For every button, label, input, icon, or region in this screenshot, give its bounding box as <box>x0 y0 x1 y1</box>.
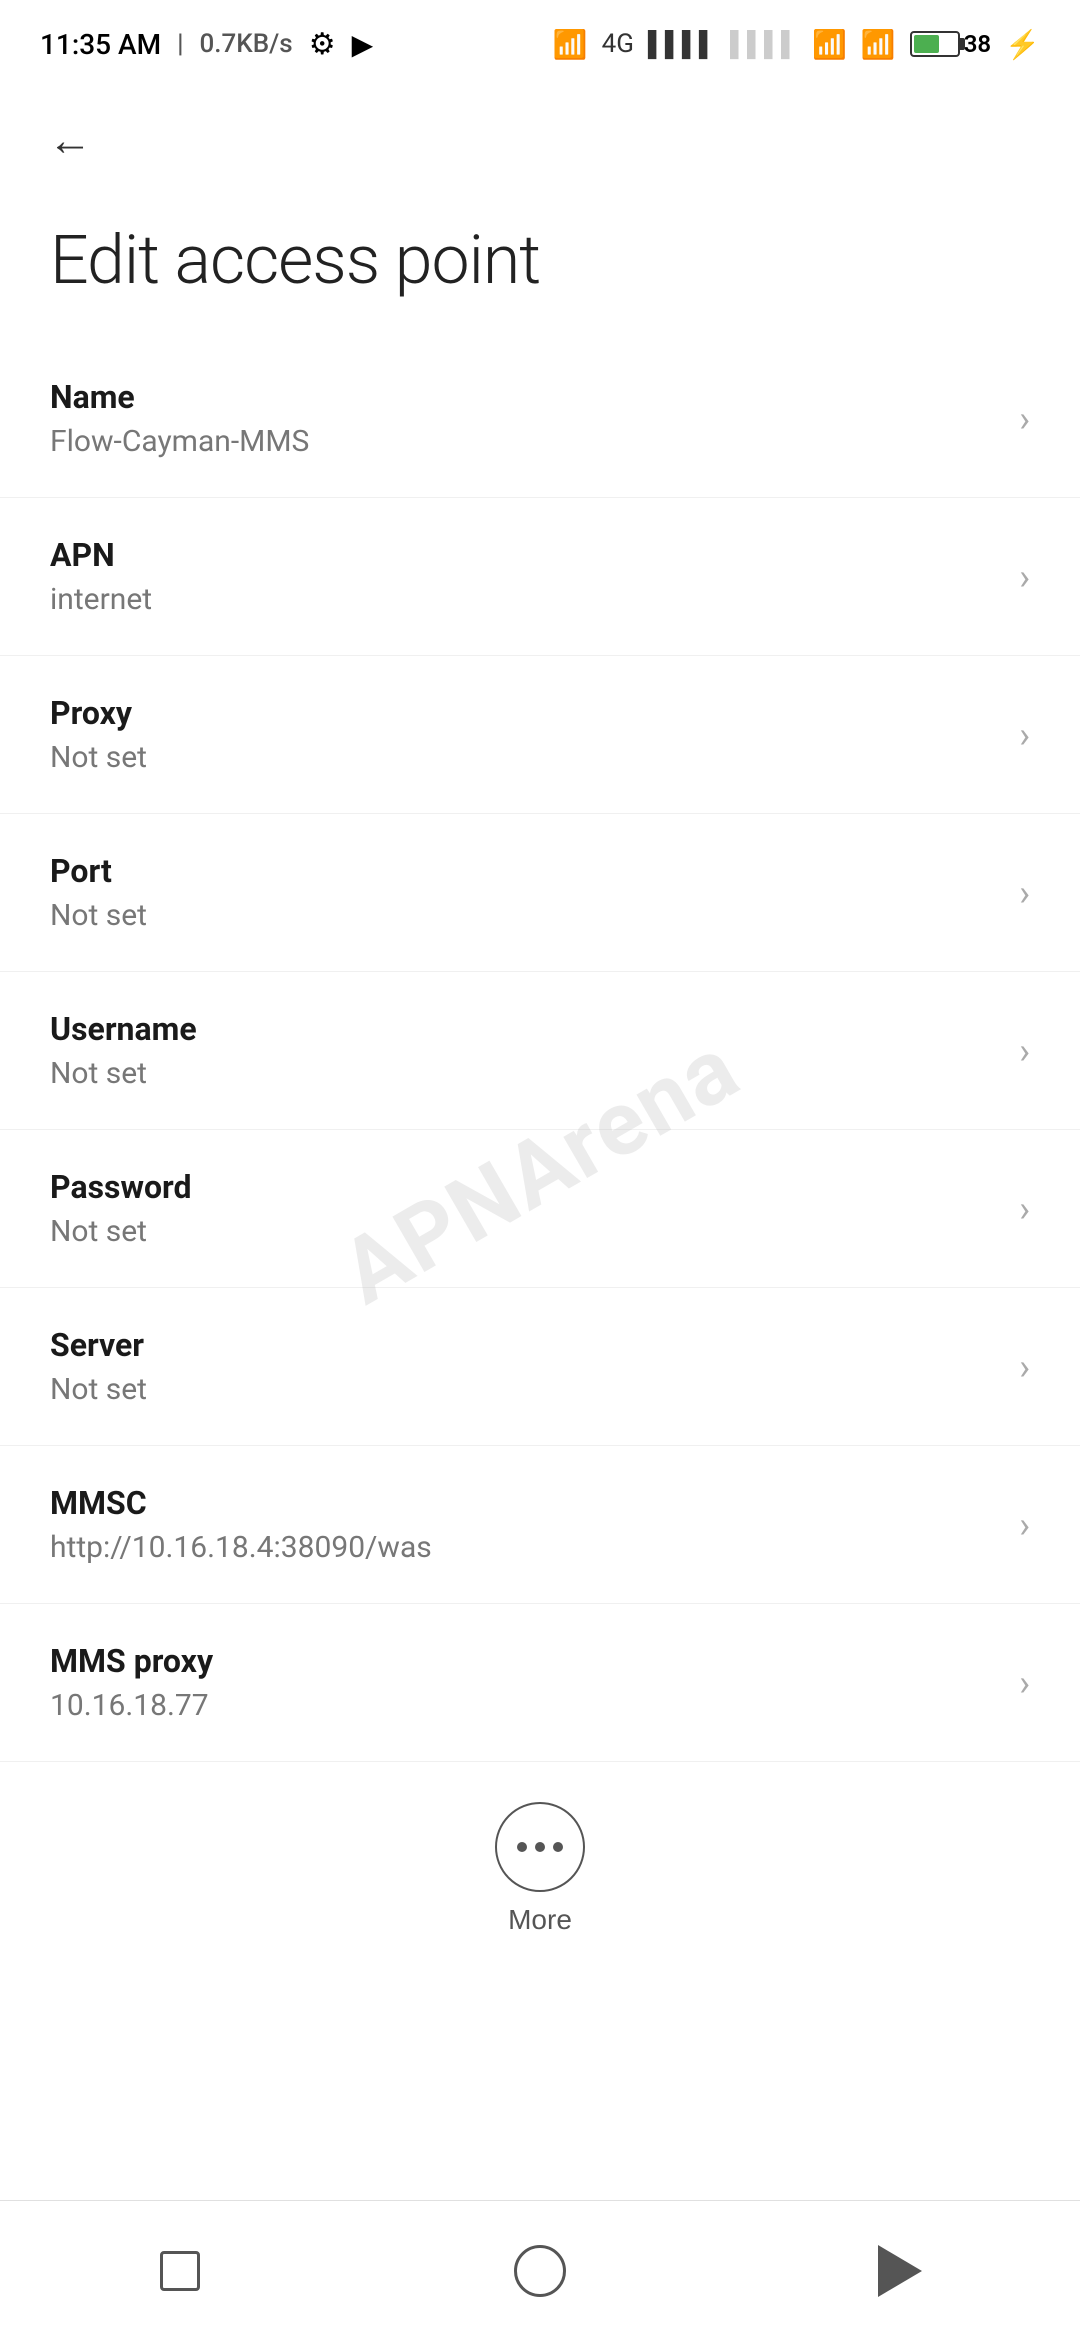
item-label-server: Server <box>50 1326 999 1364</box>
bottom-navigation-bar <box>0 2200 1080 2340</box>
home-button[interactable] <box>500 2231 580 2311</box>
item-label-mmsc: MMSC <box>50 1484 999 1522</box>
status-bar: 11:35 AM | 0.7KB/s ⚙ ▶ 📶 4G ▌▌▌▌ ▌▌▌▌ 📶 … <box>0 0 1080 80</box>
status-right: 📶 4G ▌▌▌▌ ▌▌▌▌ 📶 📶 38 ⚡ <box>553 28 1040 61</box>
battery-percent: 38 <box>964 30 991 58</box>
wifi-icon: 📶 <box>861 28 896 61</box>
settings-list: Name Flow-Cayman-MMS › APN internet › Pr… <box>0 340 1080 1762</box>
back-arrow-icon: ← <box>48 118 92 162</box>
chevron-right-icon: › <box>1019 401 1030 437</box>
signal-bars-icon: ▌▌▌▌ <box>648 30 716 59</box>
top-navigation: ← <box>0 80 1080 190</box>
recent-apps-icon <box>160 2251 200 2291</box>
item-content-apn: APN internet <box>50 536 999 617</box>
more-dot-2 <box>535 1842 545 1852</box>
item-value-mmsc: http://10.16.18.4:38090/was <box>50 1530 999 1565</box>
item-label-mms-proxy: MMS proxy <box>50 1642 999 1680</box>
video-icon: ▶ <box>352 28 374 61</box>
item-value-password: Not set <box>50 1214 999 1249</box>
status-left: 11:35 AM | 0.7KB/s ⚙ ▶ <box>40 27 373 62</box>
list-item[interactable]: Username Not set › <box>0 972 1080 1130</box>
more-label: More <box>508 1904 572 1936</box>
item-value-username: Not set <box>50 1056 999 1091</box>
chevron-right-icon: › <box>1019 1033 1030 1069</box>
chevron-right-icon: › <box>1019 717 1030 753</box>
item-label-name: Name <box>50 378 999 416</box>
settings-icon: ⚙ <box>309 27 336 62</box>
item-label-apn: APN <box>50 536 999 574</box>
list-item[interactable]: Port Not set › <box>0 814 1080 972</box>
bluetooth-icon: 📶 <box>553 28 588 61</box>
more-button[interactable]: More <box>495 1802 585 1936</box>
chevron-right-icon: › <box>1019 1349 1030 1385</box>
recent-apps-button[interactable] <box>140 2231 220 2311</box>
charging-icon: ⚡ <box>1005 28 1040 61</box>
more-section: More <box>0 1762 1080 1966</box>
list-item[interactable]: Name Flow-Cayman-MMS › <box>0 340 1080 498</box>
network-speed: | <box>177 29 183 59</box>
item-value-server: Not set <box>50 1372 999 1407</box>
battery-indicator: 38 <box>910 30 991 58</box>
back-nav-icon <box>878 2245 922 2297</box>
chevron-right-icon: › <box>1019 1665 1030 1701</box>
list-item[interactable]: APN internet › <box>0 498 1080 656</box>
back-nav-button[interactable] <box>860 2231 940 2311</box>
list-item[interactable]: Server Not set › <box>0 1288 1080 1446</box>
network-speed-display: 0.7KB/s <box>200 29 293 59</box>
page-title: Edit access point <box>0 190 1080 340</box>
chevron-right-icon: › <box>1019 559 1030 595</box>
list-item[interactable]: MMS proxy 10.16.18.77 › <box>0 1604 1080 1762</box>
battery-box <box>910 31 960 57</box>
item-label-password: Password <box>50 1168 999 1206</box>
more-dot-3 <box>553 1842 563 1852</box>
time-display: 11:35 AM <box>40 28 161 61</box>
item-label-proxy: Proxy <box>50 694 999 732</box>
wifi-off-icon: 📶 <box>812 28 847 61</box>
item-content-port: Port Not set <box>50 852 999 933</box>
item-value-port: Not set <box>50 898 999 933</box>
battery-fill <box>914 35 939 53</box>
item-content-server: Server Not set <box>50 1326 999 1407</box>
item-value-apn: internet <box>50 582 999 617</box>
item-value-mms-proxy: 10.16.18.77 <box>50 1688 999 1723</box>
more-dot-1 <box>517 1842 527 1852</box>
list-item[interactable]: MMSC http://10.16.18.4:38090/was › <box>0 1446 1080 1604</box>
signal-bars-2-icon: ▌▌▌▌ <box>730 30 798 59</box>
item-content-mms-proxy: MMS proxy 10.16.18.77 <box>50 1642 999 1723</box>
item-label-port: Port <box>50 852 999 890</box>
home-icon <box>514 2245 566 2297</box>
item-content-password: Password Not set <box>50 1168 999 1249</box>
item-content-proxy: Proxy Not set <box>50 694 999 775</box>
mobile-signal-icon: 4G <box>602 29 634 59</box>
chevron-right-icon: › <box>1019 875 1030 911</box>
item-value-proxy: Not set <box>50 740 999 775</box>
item-value-name: Flow-Cayman-MMS <box>50 424 999 459</box>
back-button[interactable]: ← <box>40 110 100 170</box>
list-item[interactable]: Proxy Not set › <box>0 656 1080 814</box>
chevron-right-icon: › <box>1019 1191 1030 1227</box>
more-dots-icon <box>517 1842 563 1852</box>
more-icon-circle <box>495 1802 585 1892</box>
item-content-name: Name Flow-Cayman-MMS <box>50 378 999 459</box>
list-item[interactable]: Password Not set › <box>0 1130 1080 1288</box>
item-content-mmsc: MMSC http://10.16.18.4:38090/was <box>50 1484 999 1565</box>
chevron-right-icon: › <box>1019 1507 1030 1543</box>
item-label-username: Username <box>50 1010 999 1048</box>
item-content-username: Username Not set <box>50 1010 999 1091</box>
